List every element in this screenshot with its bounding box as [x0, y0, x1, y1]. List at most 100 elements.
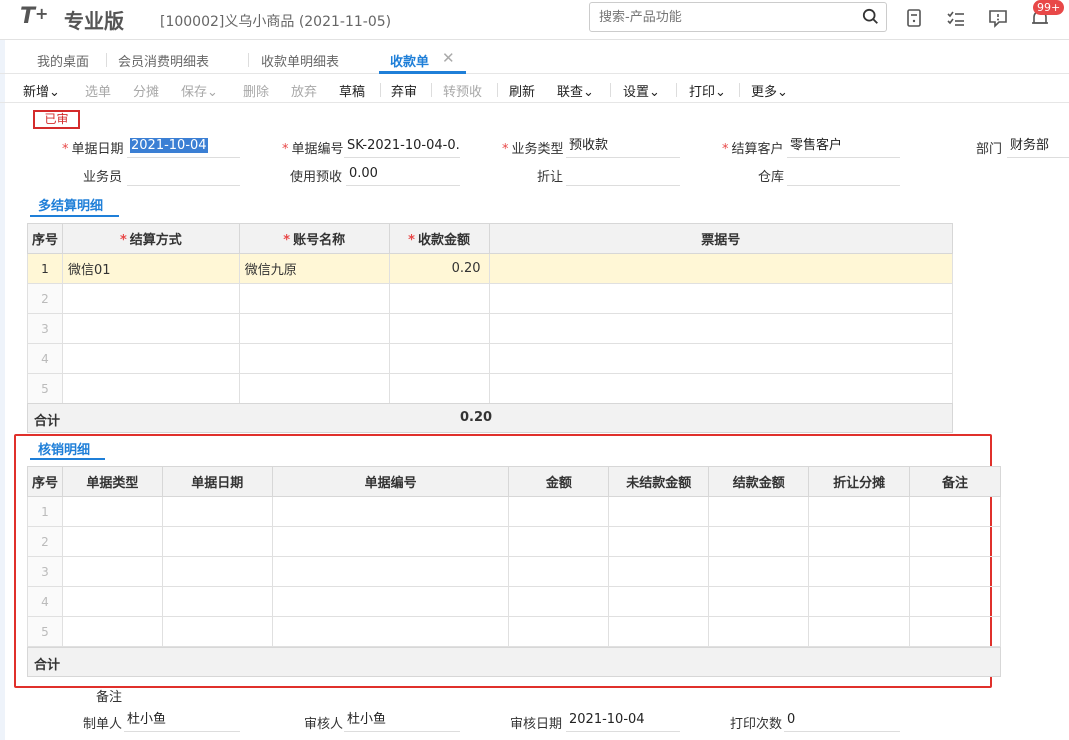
ticket-cell[interactable] [488, 313, 954, 344]
table-cell[interactable] [508, 586, 610, 617]
split-button[interactable]: 分摊 [133, 81, 159, 100]
writeoff-section-title[interactable]: 核销明细 [38, 439, 90, 458]
amount-cell[interactable] [388, 313, 490, 344]
discount-field[interactable] [566, 164, 680, 186]
tab-receipt[interactable]: 收款单 [390, 51, 429, 70]
salesman-field[interactable] [127, 164, 240, 186]
linked-query-button[interactable]: 联查⌄ [557, 81, 594, 100]
account-cell[interactable] [238, 313, 390, 344]
method-cell[interactable] [61, 343, 240, 374]
table-cell[interactable] [508, 496, 610, 527]
biz-type-field[interactable]: 预收款 [566, 136, 680, 158]
account-cell[interactable] [238, 343, 390, 374]
refresh-button[interactable]: 刷新 [509, 81, 535, 100]
table-cell[interactable] [708, 616, 810, 647]
save-button[interactable]: 保存⌄ [181, 81, 218, 100]
table-cell[interactable] [909, 586, 1001, 617]
ticket-cell[interactable] [488, 283, 954, 314]
account-cell[interactable] [238, 373, 390, 404]
table-cell[interactable] [61, 616, 163, 647]
table-cell[interactable] [161, 526, 273, 557]
search-icon[interactable] [862, 8, 880, 26]
date-field[interactable]: 2021-10-04 [127, 136, 240, 158]
search-box[interactable] [589, 2, 887, 32]
table-row[interactable]: 4 [27, 586, 1001, 617]
calculator-icon[interactable] [903, 7, 925, 29]
tab-desktop[interactable]: 我的桌面 [37, 51, 89, 70]
table-cell[interactable] [508, 526, 610, 557]
method-cell[interactable]: 微信01 [61, 253, 240, 284]
amount-cell[interactable]: 0.20 [388, 253, 490, 284]
ticket-cell[interactable] [488, 373, 954, 404]
account-cell[interactable] [238, 283, 390, 314]
table-cell[interactable] [708, 586, 810, 617]
to-prepay-button[interactable]: 转预收 [443, 81, 482, 100]
draft-button[interactable]: 草稿 [339, 81, 365, 100]
table-row[interactable]: 2 [27, 283, 954, 314]
tab-receipt-detail[interactable]: 收款单明细表 [261, 51, 339, 70]
table-cell[interactable] [608, 496, 710, 527]
table-row[interactable]: 2 [27, 526, 1001, 557]
table-cell[interactable] [708, 526, 810, 557]
table-cell[interactable] [808, 496, 911, 527]
table-cell[interactable] [909, 496, 1001, 527]
dept-field[interactable]: 财务部 [1007, 136, 1069, 158]
table-cell[interactable] [708, 496, 810, 527]
table-row[interactable]: 5 [27, 616, 1001, 647]
print-button[interactable]: 打印⌄ [689, 81, 726, 100]
table-cell[interactable] [271, 496, 510, 527]
table-cell[interactable] [271, 616, 510, 647]
table-row[interactable]: 3 [27, 313, 954, 344]
table-row[interactable]: 5 [27, 373, 954, 404]
discard-button[interactable]: 放弃 [291, 81, 317, 100]
table-cell[interactable] [161, 616, 273, 647]
table-cell[interactable] [608, 616, 710, 647]
table-cell[interactable] [909, 556, 1001, 587]
table-cell[interactable] [909, 526, 1001, 557]
search-input[interactable] [590, 3, 840, 31]
tab-member-consumption[interactable]: 会员消费明细表 [118, 51, 209, 70]
message-icon[interactable] [987, 7, 1009, 29]
more-button[interactable]: 更多⌄ [751, 81, 788, 100]
table-cell[interactable] [161, 586, 273, 617]
select-button[interactable]: 选单 [85, 81, 111, 100]
checklist-icon[interactable] [945, 7, 967, 29]
table-cell[interactable] [271, 556, 510, 587]
delete-button[interactable]: 删除 [243, 81, 269, 100]
table-cell[interactable] [808, 586, 911, 617]
table-cell[interactable] [608, 586, 710, 617]
amount-cell[interactable] [388, 373, 490, 404]
table-row[interactable]: 1 [27, 496, 1001, 527]
table-cell[interactable] [808, 556, 911, 587]
amount-cell[interactable] [388, 283, 490, 314]
table-cell[interactable] [161, 496, 273, 527]
table-cell[interactable] [271, 586, 510, 617]
table-cell[interactable] [161, 556, 273, 587]
ticket-cell[interactable] [488, 343, 954, 374]
customer-field[interactable]: 零售客户 [787, 136, 900, 158]
table-cell[interactable] [608, 526, 710, 557]
method-cell[interactable] [61, 373, 240, 404]
table-cell[interactable] [608, 556, 710, 587]
table-cell[interactable] [808, 526, 911, 557]
table-cell[interactable] [909, 616, 1001, 647]
method-cell[interactable] [61, 313, 240, 344]
table-cell[interactable] [61, 496, 163, 527]
amount-cell[interactable] [388, 343, 490, 374]
table-cell[interactable] [61, 586, 163, 617]
warehouse-field[interactable] [787, 164, 900, 186]
settings-button[interactable]: 设置⌄ [623, 81, 660, 100]
account-cell[interactable]: 微信九原 [238, 253, 390, 284]
table-cell[interactable] [508, 556, 610, 587]
table-row[interactable]: 4 [27, 343, 954, 374]
table-cell[interactable] [61, 556, 163, 587]
use-prepay-field[interactable]: 0.00 [346, 164, 460, 186]
new-button[interactable]: 新增⌄ [23, 81, 60, 100]
close-icon[interactable]: ✕ [442, 49, 455, 67]
table-cell[interactable] [61, 526, 163, 557]
table-cell[interactable] [271, 526, 510, 557]
ticket-cell[interactable] [488, 253, 954, 284]
table-row[interactable]: 3 [27, 556, 1001, 587]
table-row[interactable]: 1 微信01 微信九原 0.20 [27, 253, 954, 284]
table-cell[interactable] [508, 616, 610, 647]
